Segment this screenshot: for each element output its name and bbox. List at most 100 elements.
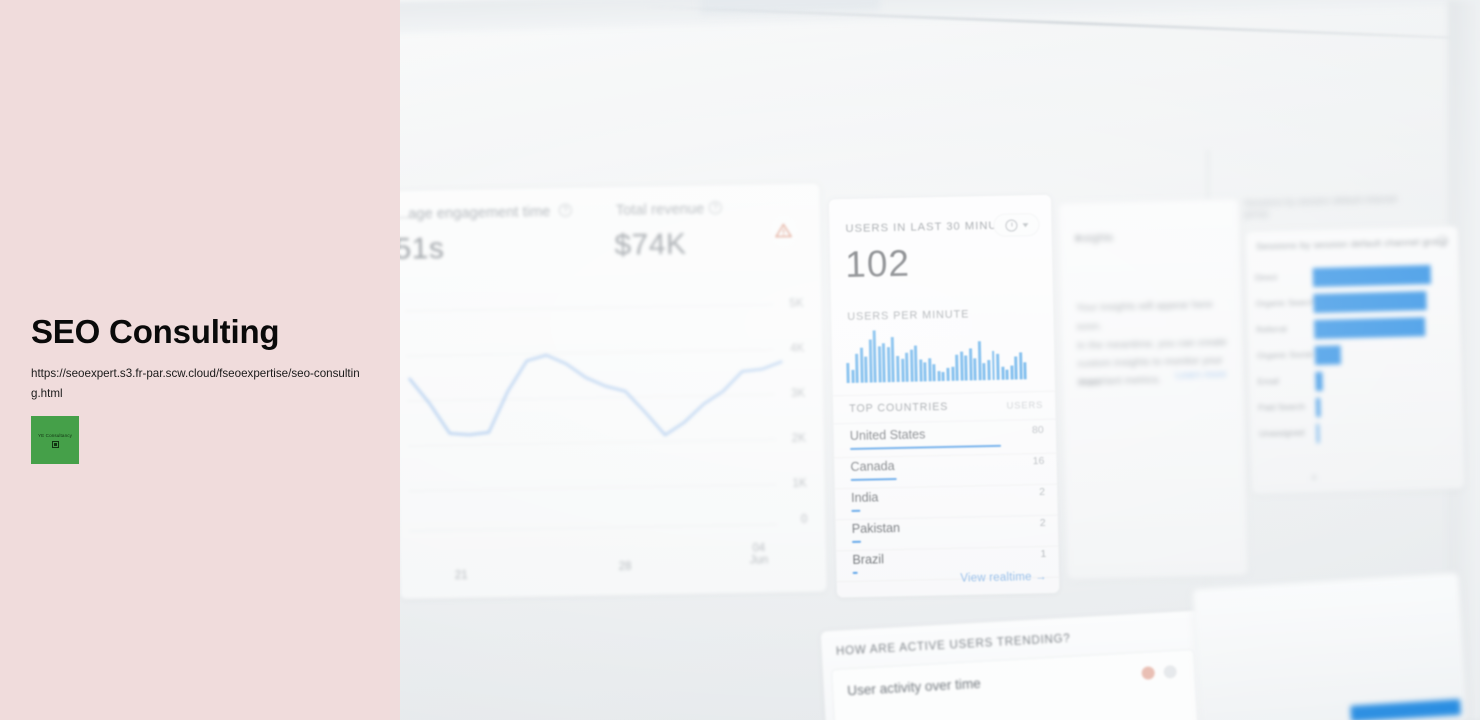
upm-bar [1014, 356, 1018, 380]
country-bar [852, 571, 858, 575]
top-countries-users-header: USERS [1006, 398, 1044, 411]
upm-bar [886, 347, 891, 383]
axis-tick [1349, 472, 1351, 481]
country-bar [851, 509, 861, 513]
country-name: Pakistan [851, 520, 901, 536]
insights-title: Insights [1075, 231, 1114, 245]
sessions-by-channel-card: Sessions by session default channel grou… [1244, 225, 1466, 495]
sessions-bar-row: Paid Search [1250, 392, 1465, 422]
top-countries-list: United States 80 Canada 16 India 2 Pakistan 2 Br… [829, 195, 1059, 583]
page-root: ...age engagement time ? 51s Total reven… [0, 0, 1480, 720]
sessions-bar-label: Paid Search [1258, 401, 1306, 413]
country-users: 16 [1032, 454, 1045, 468]
engagement-time-label: ...age engagement time [395, 204, 551, 223]
realtime-users-card: USERS IN LAST 30 MINUTES 102 USERS PER M… [827, 193, 1061, 599]
country-name: Canada [850, 459, 895, 474]
upm-bar [946, 367, 950, 381]
bottom-right-card [1191, 571, 1469, 720]
more-options-icon[interactable] [1163, 664, 1178, 679]
x-axis-tick: 21 [454, 569, 468, 582]
engagement-time-value: 51s [394, 231, 445, 266]
country-row[interactable]: Pakistan 2 [836, 516, 1059, 552]
view-realtime-link[interactable]: View realtime → [960, 571, 1047, 585]
users-per-minute-chart [846, 327, 1027, 384]
upm-bar [941, 372, 946, 382]
sessions-bar-label: Organic Search [1255, 297, 1316, 309]
sessions-bar-row: Organic Social [1249, 340, 1464, 370]
sessions-bar [1315, 397, 1321, 418]
axis-tick [1456, 469, 1458, 478]
upm-bar [928, 358, 932, 382]
sessions-bar [1313, 317, 1426, 340]
sessions-x-axis: 0 [1312, 469, 1458, 482]
gridline [409, 524, 778, 532]
upm-bar [955, 354, 959, 381]
sessions-chart-title: Sessions by session default channel grou… [1255, 236, 1449, 253]
sessions-bar-row: Direct [1247, 262, 1462, 292]
sessions-bar [1312, 264, 1432, 288]
country-users: 2 [1039, 485, 1046, 499]
sessions-bar-label: Referral [1256, 323, 1287, 335]
country-name: Brazil [852, 552, 885, 567]
sessions-bar-label: Organic Social [1256, 349, 1313, 361]
upm-bar [964, 355, 968, 381]
upm-bar [932, 363, 937, 382]
sessions-bar-row: Referral [1248, 314, 1463, 344]
upm-bar [918, 359, 923, 382]
trending-card-icons [1141, 664, 1178, 680]
country-row[interactable]: Canada 16 [834, 454, 1057, 490]
upm-bar [982, 362, 987, 381]
bottom-right-subheading [1207, 634, 1210, 645]
upm-bar [868, 339, 873, 383]
top-countries-header: TOP COUNTRIES [849, 400, 949, 415]
users-per-minute-label: USERS PER MINUTE [847, 308, 970, 324]
barchart-heading-text: Sessions by session default channel grou… [1243, 193, 1398, 221]
sessions-bar-row: Organic Search [1247, 288, 1462, 318]
clock-icon [1004, 218, 1018, 232]
insights-learn-more-link[interactable]: Learn more [1175, 369, 1226, 381]
upm-bar [987, 359, 991, 381]
upm-bar [859, 348, 864, 383]
upm-bar [872, 330, 877, 383]
upm-bar [950, 366, 955, 381]
upm-bar [877, 346, 882, 383]
time-range-selector[interactable] [993, 212, 1040, 237]
insights-line-1: Your insights will appear here soon. [1075, 298, 1213, 333]
upm-bar [977, 341, 982, 381]
total-revenue-label: Total revenue [615, 201, 705, 219]
upm-bar [909, 349, 914, 382]
upm-bar [937, 370, 941, 382]
upm-bar [1005, 369, 1009, 380]
active-users-count: 102 [844, 242, 911, 286]
alert-icon[interactable] [1141, 666, 1156, 680]
upm-bar [914, 345, 918, 382]
square-dot-icon [51, 440, 59, 448]
page-title: SEO Consulting [31, 313, 280, 350]
upm-bar [900, 358, 905, 382]
country-name: India [850, 490, 879, 505]
user-activity-title: User activity over time [846, 675, 982, 699]
logo-badge[interactable]: YE Consultancy [31, 416, 79, 464]
chevron-down-icon [1021, 222, 1028, 227]
axis-tick: 0 [1311, 473, 1317, 483]
country-name: United States [849, 427, 926, 443]
question-circle-icon[interactable]: ? [708, 201, 722, 215]
country-row[interactable]: India 2 [835, 485, 1058, 521]
bottom-right-heading [1205, 603, 1208, 614]
bottom-right-caption [1209, 652, 1212, 662]
upm-bar [968, 348, 973, 381]
question-circle-icon[interactable]: ? [558, 203, 572, 217]
page-url[interactable]: https://seoexpert.s3.fr-par.scw.cloud/fs… [31, 364, 361, 404]
sessions-bar [1314, 345, 1342, 366]
barchart-card-heading: Sessions by session default channel grou… [1240, 190, 1401, 222]
insights-card: ✦ Insights Your insights will appear her… [1057, 197, 1249, 581]
x-axis-tick: 04 Jun [749, 542, 769, 567]
axis-tick [1420, 470, 1422, 479]
logo-badge-text: YE Consultancy [37, 432, 73, 438]
upm-bar [923, 362, 927, 382]
upm-bar [959, 351, 964, 381]
upm-bar [896, 355, 900, 382]
upm-bar [1018, 351, 1023, 380]
country-row[interactable]: United States 80 [834, 423, 1057, 459]
revenue-line-chart [408, 353, 783, 437]
